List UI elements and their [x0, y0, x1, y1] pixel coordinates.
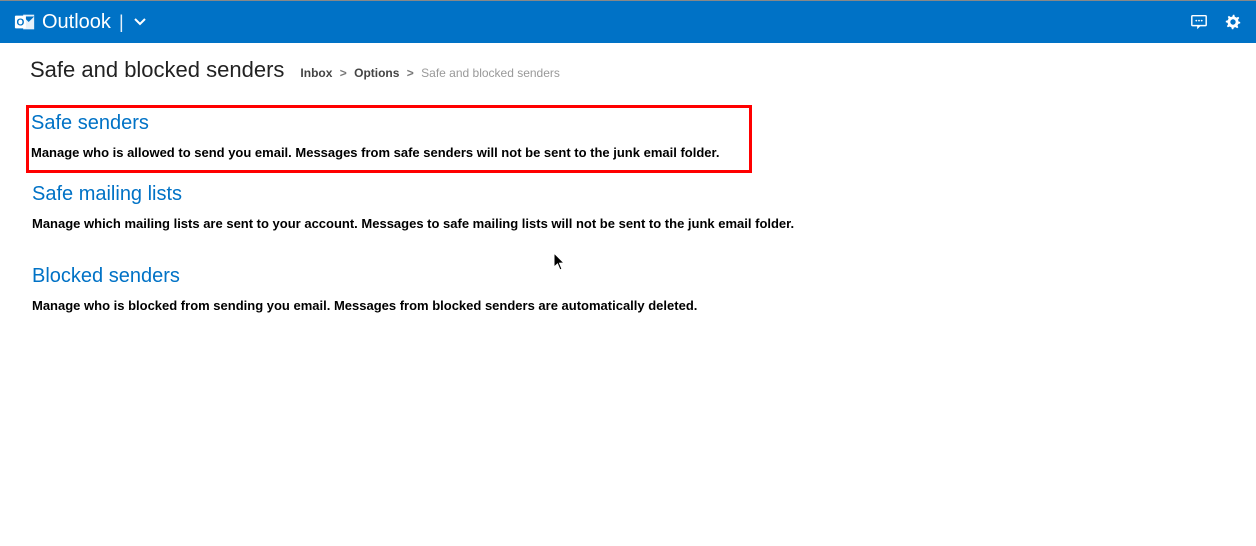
desc-blocked-senders: Manage who is blocked from sending you e… — [32, 298, 1250, 313]
desc-safe-mailing-lists: Manage which mailing lists are sent to y… — [32, 216, 1250, 231]
svg-text:O: O — [16, 18, 24, 29]
app-header: O Outlook | — [0, 1, 1256, 43]
main-content: Safe and blocked senders Inbox > Options… — [0, 43, 1256, 323]
header-icons — [1190, 13, 1242, 31]
link-blocked-senders[interactable]: Blocked senders — [32, 265, 1250, 288]
brand[interactable]: O Outlook — [14, 11, 111, 34]
gear-icon[interactable] — [1224, 13, 1242, 31]
section-safe-mailing-lists: Safe mailing lists Manage which mailing … — [30, 179, 1256, 241]
outlook-logo-icon: O — [14, 11, 36, 33]
breadcrumb-options[interactable]: Options — [354, 66, 399, 80]
chevron-right-icon: > — [340, 66, 347, 80]
breadcrumb: Inbox > Options > Safe and blocked sende… — [300, 66, 560, 80]
title-row: Safe and blocked senders Inbox > Options… — [30, 57, 1256, 83]
brand-divider: | — [119, 12, 124, 33]
section-blocked-senders: Blocked senders Manage who is blocked fr… — [30, 261, 1256, 323]
link-safe-senders[interactable]: Safe senders — [31, 112, 743, 135]
breadcrumb-current: Safe and blocked senders — [421, 66, 560, 80]
chevron-right-icon: > — [407, 66, 414, 80]
breadcrumb-inbox[interactable]: Inbox — [300, 66, 332, 80]
page-title: Safe and blocked senders — [30, 57, 284, 83]
brand-menu-button[interactable] — [134, 16, 146, 28]
desc-safe-senders: Manage who is allowed to send you email.… — [31, 145, 743, 160]
chat-icon[interactable] — [1190, 13, 1208, 31]
brand-name: Outlook — [42, 11, 111, 34]
link-safe-mailing-lists[interactable]: Safe mailing lists — [32, 183, 1250, 206]
section-safe-senders: Safe senders Manage who is allowed to se… — [26, 105, 752, 173]
